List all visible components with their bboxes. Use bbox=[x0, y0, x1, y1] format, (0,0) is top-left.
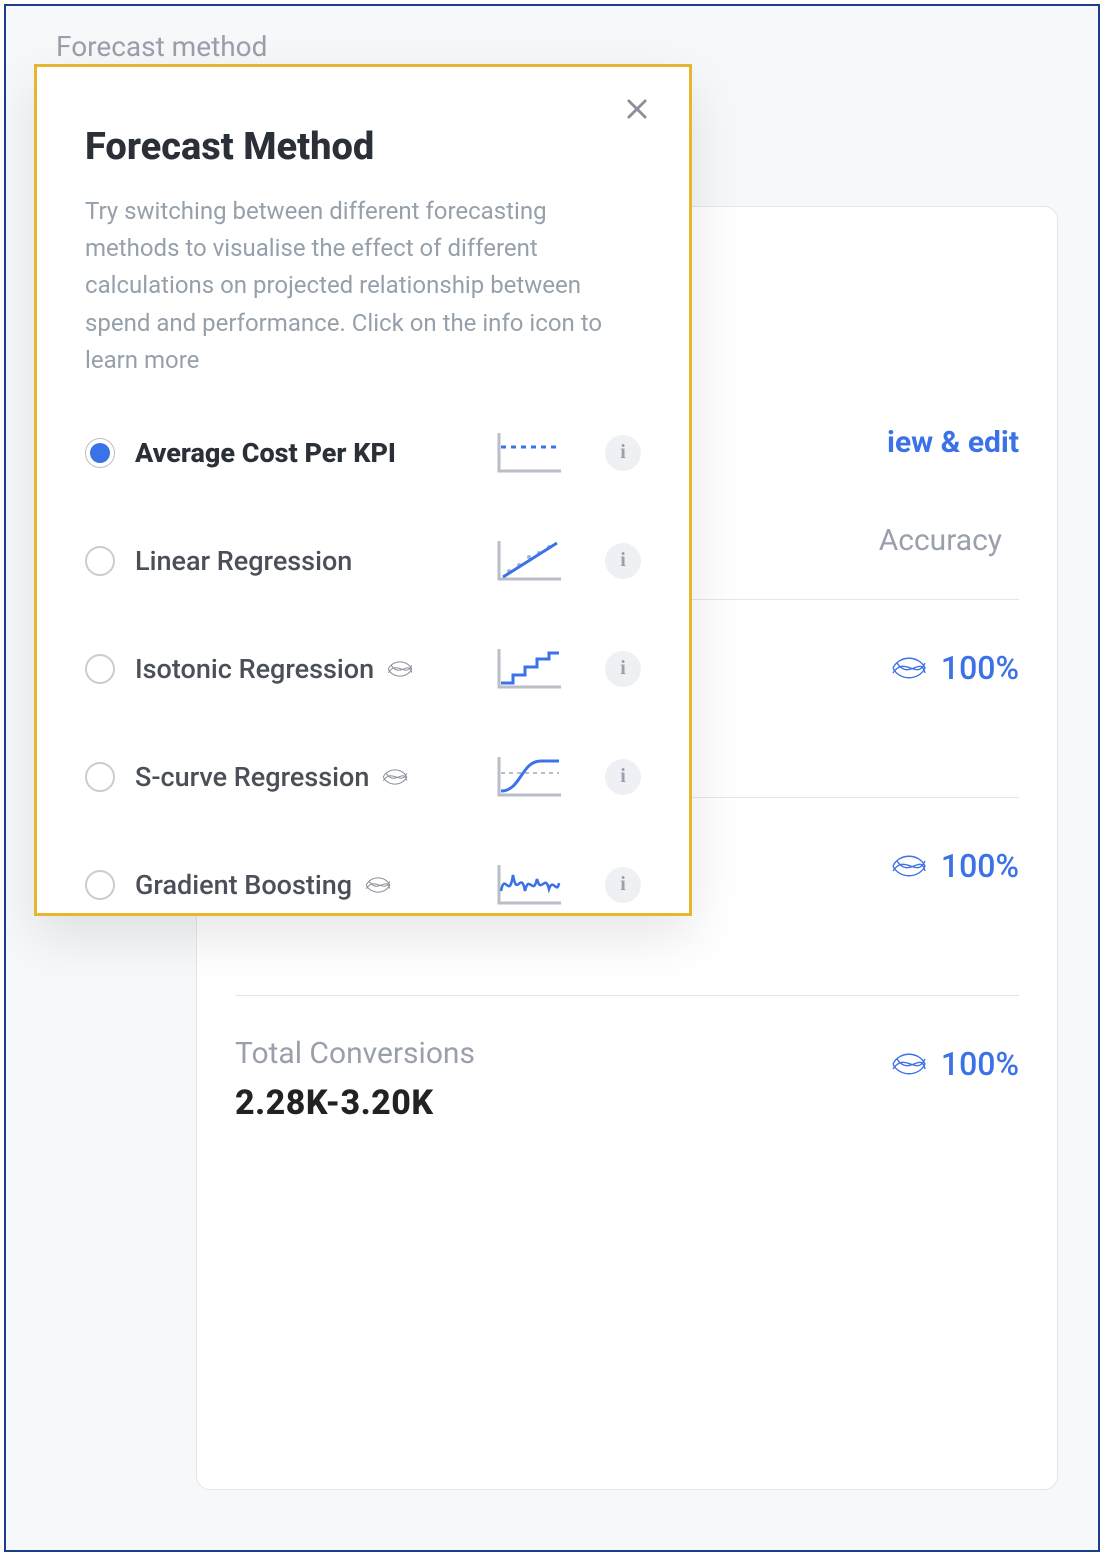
info-button[interactable]: i bbox=[605, 543, 641, 579]
forecast-option[interactable]: Isotonic Regression i bbox=[85, 643, 641, 695]
page-frame: Forecast method iew & edit Accuracy 100%… bbox=[4, 4, 1100, 1552]
divider bbox=[235, 995, 1019, 996]
radio-button[interactable] bbox=[85, 654, 115, 684]
option-label-text: Isotonic Regression bbox=[135, 653, 374, 685]
option-label: Linear Regression bbox=[135, 545, 473, 577]
chart-thumbnail-steps-icon bbox=[493, 643, 567, 695]
accuracy-value: 100% bbox=[941, 649, 1019, 687]
info-button[interactable]: i bbox=[605, 867, 641, 903]
metric-row: Total Conversions 2.28K-3.20K 100% bbox=[235, 995, 1019, 1123]
radio-button[interactable] bbox=[85, 438, 115, 468]
scribble-icon bbox=[889, 851, 929, 881]
option-label: Average Cost Per KPI bbox=[135, 437, 473, 469]
forecast-option[interactable]: S-curve Regression i bbox=[85, 751, 641, 803]
radio-button[interactable] bbox=[85, 762, 115, 792]
info-icon: i bbox=[620, 549, 626, 572]
forecast-option[interactable]: Gradient Boosting i bbox=[85, 859, 641, 911]
accuracy-badge: 100% bbox=[889, 1045, 1019, 1083]
info-icon: i bbox=[620, 657, 626, 680]
info-icon: i bbox=[620, 873, 626, 896]
info-button[interactable]: i bbox=[605, 651, 641, 687]
close-button[interactable] bbox=[623, 95, 655, 127]
close-icon bbox=[623, 95, 651, 123]
option-label-text: Average Cost Per KPI bbox=[135, 437, 396, 469]
option-label-text: Linear Regression bbox=[135, 545, 352, 577]
chart-thumbnail-linear-icon bbox=[493, 535, 567, 587]
scribble-icon bbox=[889, 653, 929, 683]
option-label: S-curve Regression bbox=[135, 761, 473, 793]
forecast-method-modal: Forecast Method Try switching between di… bbox=[34, 64, 692, 916]
option-label-text: Gradient Boosting bbox=[135, 869, 352, 901]
accuracy-badge: 100% bbox=[889, 649, 1019, 687]
info-button[interactable]: i bbox=[605, 435, 641, 471]
accuracy-value: 100% bbox=[941, 1045, 1019, 1083]
info-icon: i bbox=[620, 441, 626, 464]
scribble-icon bbox=[379, 766, 411, 788]
forecast-option[interactable]: Average Cost Per KPI i bbox=[85, 427, 641, 479]
accuracy-value: 100% bbox=[941, 847, 1019, 885]
chart-thumbnail-wave-icon bbox=[493, 859, 567, 911]
accuracy-badge: 100% bbox=[889, 847, 1019, 885]
option-label: Gradient Boosting bbox=[135, 869, 473, 901]
radio-button[interactable] bbox=[85, 546, 115, 576]
modal-title: Forecast Method bbox=[85, 125, 641, 169]
metric-value: 2.28K-3.20K bbox=[235, 1083, 1019, 1123]
section-label: Forecast method bbox=[56, 30, 267, 63]
option-label-text: S-curve Regression bbox=[135, 761, 369, 793]
info-button[interactable]: i bbox=[605, 759, 641, 795]
modal-description: Try switching between different forecast… bbox=[85, 193, 641, 379]
option-label: Isotonic Regression bbox=[135, 653, 473, 685]
chart-thumbnail-scurve-icon bbox=[493, 751, 567, 803]
accuracy-header: Accuracy bbox=[879, 523, 1002, 558]
scribble-icon bbox=[889, 1049, 929, 1079]
chart-thumbnail-flat-icon bbox=[493, 427, 567, 479]
info-icon: i bbox=[620, 765, 626, 788]
view-edit-link[interactable]: iew & edit bbox=[887, 425, 1019, 460]
forecast-option[interactable]: Linear Regression i bbox=[85, 535, 641, 587]
radio-button[interactable] bbox=[85, 870, 115, 900]
scribble-icon bbox=[362, 874, 394, 896]
scribble-icon bbox=[384, 658, 416, 680]
